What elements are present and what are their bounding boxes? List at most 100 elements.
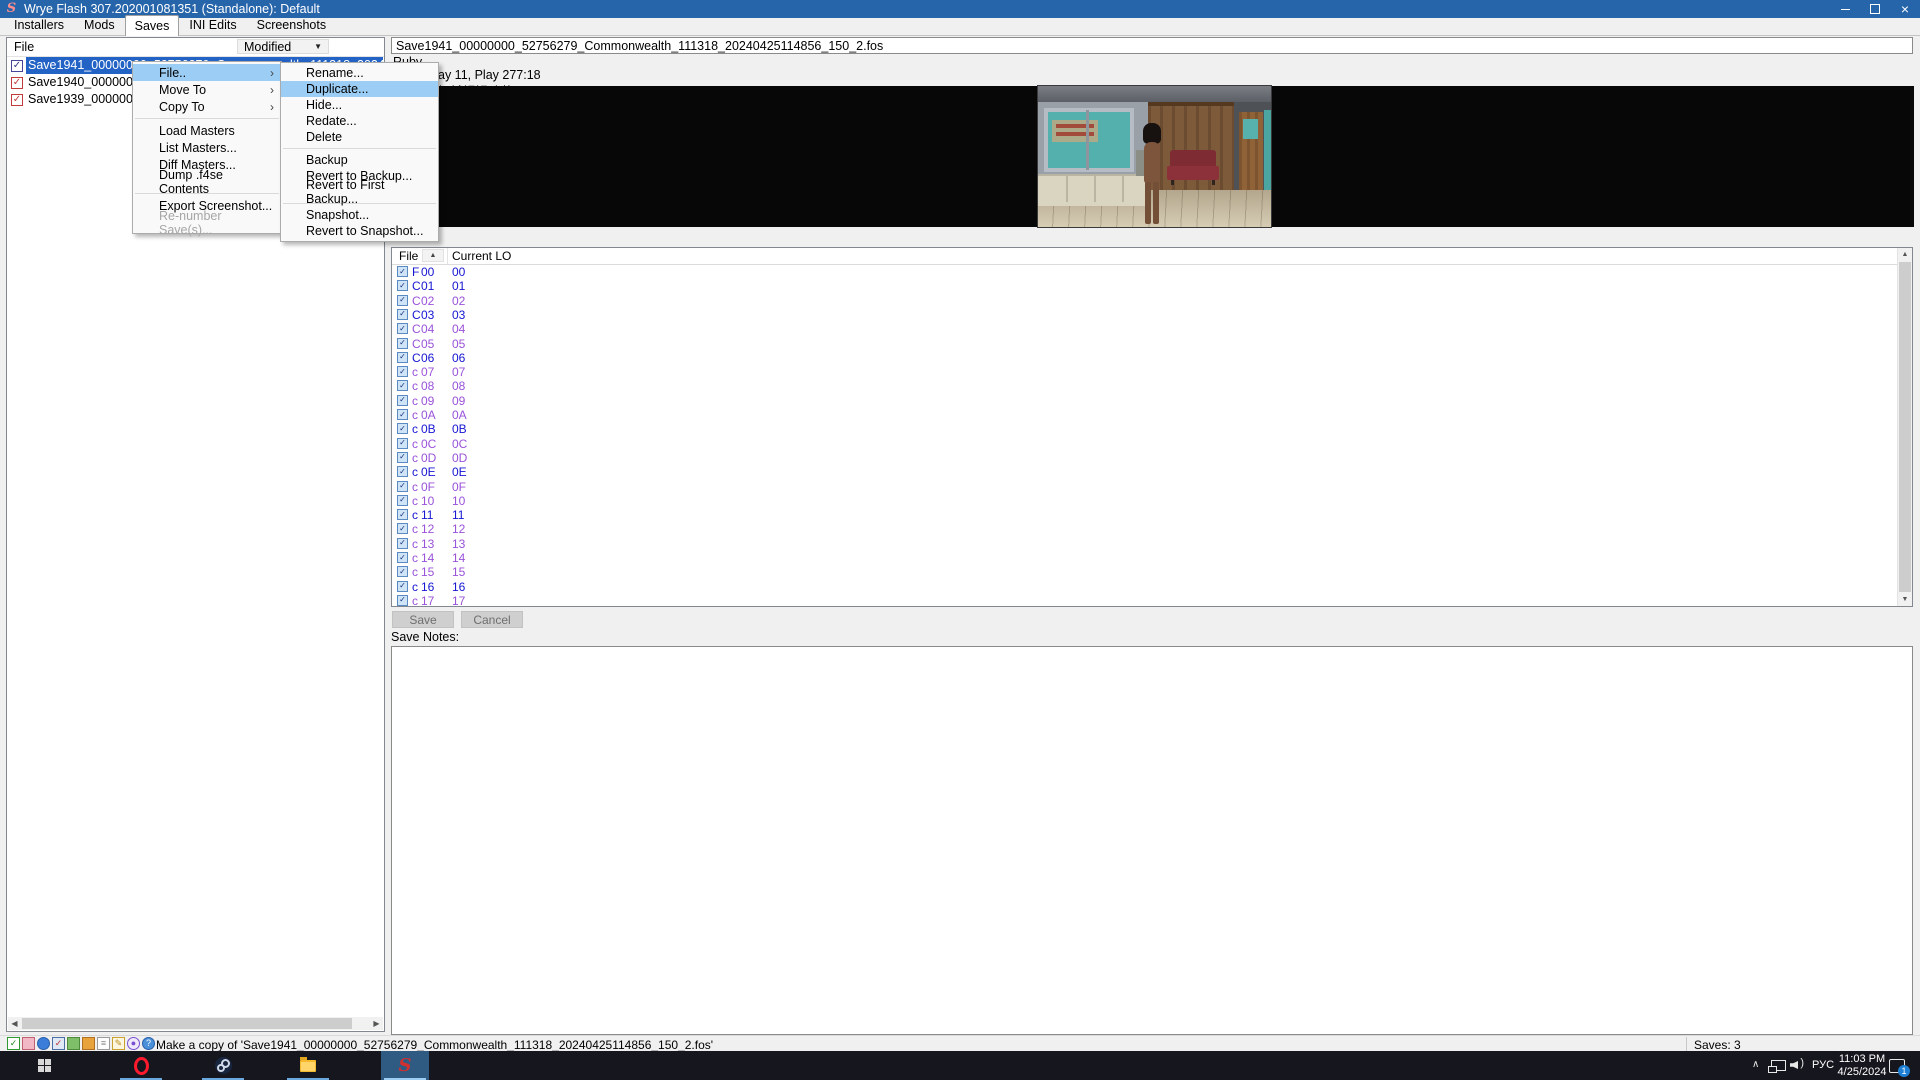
package-icon[interactable] xyxy=(82,1037,95,1050)
menu-item-redate[interactable]: Redate... xyxy=(281,113,438,129)
scroll-down-icon[interactable]: ▼ xyxy=(1898,593,1912,606)
master-checkbox[interactable]: ✓ xyxy=(397,552,408,563)
master-checkbox[interactable]: ✓ xyxy=(397,538,408,549)
taskbar-steam[interactable] xyxy=(199,1051,247,1080)
master-checkbox[interactable]: ✓ xyxy=(397,366,408,377)
master-checkbox[interactable]: ✓ xyxy=(397,452,408,463)
menu-item-re-number-save-s[interactable]: Re-number Save(s)... xyxy=(133,214,281,231)
save-checkbox[interactable]: ✓ xyxy=(11,77,23,89)
save-checkbox[interactable]: ✓ xyxy=(11,94,23,106)
scrollbar-thumb[interactable] xyxy=(1899,262,1911,592)
master-row[interactable]: ✓C0303 xyxy=(392,308,1898,322)
master-checkbox[interactable]: ✓ xyxy=(397,566,408,577)
maximize-button[interactable] xyxy=(1860,0,1890,18)
docs-globe-icon[interactable] xyxy=(37,1037,50,1050)
master-row[interactable]: ✓c1515 xyxy=(392,565,1898,579)
menu-item-revert-to-snapshot[interactable]: Revert to Snapshot... xyxy=(281,223,438,239)
cancel-button[interactable]: Cancel xyxy=(461,611,523,628)
tray-chevron-icon[interactable]: ∧ xyxy=(1752,1059,1759,1070)
taskbar-explorer[interactable] xyxy=(284,1051,332,1080)
master-checkbox[interactable]: ✓ xyxy=(397,352,408,363)
master-row[interactable]: ✓C0101 xyxy=(392,279,1898,293)
master-checkbox[interactable]: ✓ xyxy=(397,380,408,391)
save-filename-field[interactable] xyxy=(391,37,1913,54)
save-button[interactable]: Save xyxy=(392,611,454,628)
help-icon[interactable]: ? xyxy=(142,1037,155,1050)
menu-item-delete[interactable]: Delete xyxy=(281,129,438,145)
close-button[interactable] xyxy=(1890,0,1920,18)
master-row[interactable]: ✓c0E0E xyxy=(392,465,1898,479)
master-row[interactable]: ✓c1616 xyxy=(392,580,1898,594)
master-row[interactable]: ✓c1010 xyxy=(392,494,1898,508)
doc-browser-icon[interactable]: ≡ xyxy=(97,1037,110,1050)
master-row[interactable]: ✓C0404 xyxy=(392,322,1898,336)
horizontal-scrollbar[interactable]: ◀ ▶ xyxy=(8,1017,383,1030)
menu-item-copy-to[interactable]: Copy To› xyxy=(133,98,281,115)
volume-icon[interactable] xyxy=(1790,1059,1805,1071)
menu-item-dump-f4se-contents[interactable]: Dump .f4se Contents xyxy=(133,173,281,190)
vertical-scrollbar[interactable]: ▲ ▼ xyxy=(1897,248,1912,606)
tab-installers[interactable]: Installers xyxy=(4,15,74,35)
autoquit-toggle-icon[interactable]: ✓ xyxy=(7,1037,20,1050)
master-row[interactable]: ✓c1212 xyxy=(392,522,1898,536)
master-row[interactable]: ✓c0808 xyxy=(392,379,1898,393)
master-row[interactable]: ✓c1111 xyxy=(392,508,1898,522)
master-checkbox[interactable]: ✓ xyxy=(397,323,408,334)
screenshot-icon[interactable] xyxy=(67,1037,80,1050)
master-checkbox[interactable]: ✓ xyxy=(397,438,408,449)
master-row[interactable]: ✓c1414 xyxy=(392,551,1898,565)
menu-item-hide[interactable]: Hide... xyxy=(281,97,438,113)
master-checkbox[interactable]: ✓ xyxy=(397,395,408,406)
master-checkbox[interactable]: ✓ xyxy=(397,280,408,291)
menu-item-snapshot[interactable]: Snapshot... xyxy=(281,207,438,223)
master-row[interactable]: ✓C0505 xyxy=(392,337,1898,351)
master-checkbox[interactable]: ✓ xyxy=(397,466,408,477)
menu-item-file[interactable]: File..› xyxy=(133,64,281,81)
taskbar-start-button[interactable] xyxy=(20,1051,68,1080)
master-checkbox[interactable]: ✓ xyxy=(397,409,408,420)
menu-item-move-to[interactable]: Move To› xyxy=(133,81,281,98)
taskbar-opera[interactable] xyxy=(117,1051,165,1080)
language-indicator[interactable]: РУС xyxy=(1812,1059,1834,1071)
master-row[interactable]: ✓c0909 xyxy=(392,394,1898,408)
master-checkbox[interactable]: ✓ xyxy=(397,338,408,349)
master-checkbox[interactable]: ✓ xyxy=(397,495,408,506)
master-checkbox[interactable]: ✓ xyxy=(397,481,408,492)
master-row[interactable]: ✓c0C0C xyxy=(392,437,1898,451)
modchecker-pencil-icon[interactable]: ✎ xyxy=(112,1037,125,1050)
network-icon[interactable] xyxy=(1771,1060,1786,1071)
master-row[interactable]: ✓c0B0B xyxy=(392,422,1898,436)
master-row[interactable]: ✓c1717 xyxy=(392,594,1898,606)
scroll-up-icon[interactable]: ▲ xyxy=(1898,248,1912,261)
taskbar-clock[interactable]: 11:03 PM 4/25/2024 xyxy=(1836,1053,1888,1078)
tab-screenshots[interactable]: Screenshots xyxy=(247,15,336,35)
master-row[interactable]: ✓c0A0A xyxy=(392,408,1898,422)
master-checkbox[interactable]: ✓ xyxy=(397,266,408,277)
master-checkbox[interactable]: ✓ xyxy=(397,581,408,592)
save-notes-textarea[interactable] xyxy=(391,646,1913,1035)
tab-mods[interactable]: Mods xyxy=(74,15,125,35)
master-checkbox[interactable]: ✓ xyxy=(397,509,408,520)
menu-item-rename[interactable]: Rename... xyxy=(281,65,438,81)
master-checkbox[interactable]: ✓ xyxy=(397,309,408,320)
menu-item-revert-to-first-backup[interactable]: Revert to First Backup... xyxy=(281,184,438,200)
file-column-header[interactable]: File xyxy=(14,40,34,54)
masters-file-header[interactable]: File xyxy=(399,249,418,263)
menu-item-list-masters[interactable]: List Masters... xyxy=(133,139,281,156)
master-row[interactable]: ✓c0F0F xyxy=(392,480,1898,494)
plugin-checker-icon[interactable]: ● xyxy=(127,1037,140,1050)
scroll-right-icon[interactable]: ▶ xyxy=(370,1017,383,1030)
masters-lo-header[interactable]: Current LO xyxy=(452,249,511,263)
menu-item-backup[interactable]: Backup xyxy=(281,152,438,168)
obse-toggle-icon[interactable] xyxy=(22,1037,35,1050)
master-row[interactable]: ✓C0606 xyxy=(392,351,1898,365)
master-row[interactable]: ✓c1313 xyxy=(392,537,1898,551)
scroll-left-icon[interactable]: ◀ xyxy=(8,1017,21,1030)
master-row[interactable]: ✓c0D0D xyxy=(392,451,1898,465)
master-checkbox[interactable]: ✓ xyxy=(397,523,408,534)
notification-center-icon[interactable]: 1 xyxy=(1889,1059,1905,1073)
taskbar-wrye-flash[interactable] xyxy=(381,1051,429,1080)
scrollbar-thumb[interactable] xyxy=(22,1018,352,1029)
master-checkbox[interactable]: ✓ xyxy=(397,423,408,434)
master-row[interactable]: ✓c0707 xyxy=(392,365,1898,379)
